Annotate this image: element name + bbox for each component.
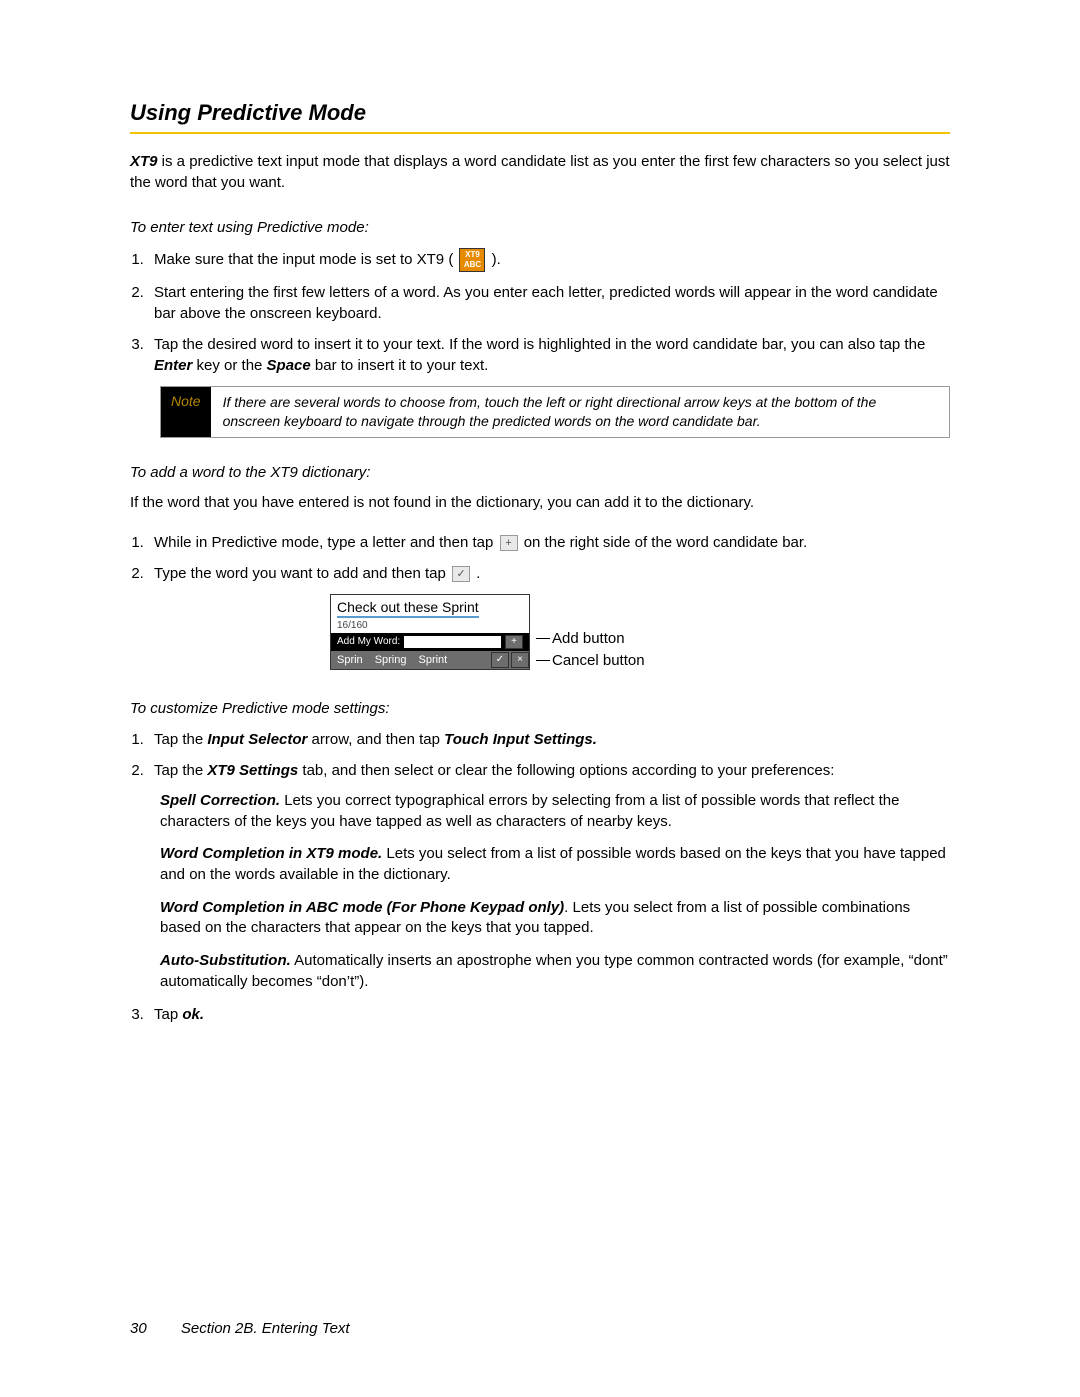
note-box: Note If there are several words to choos… <box>160 386 950 438</box>
step-3: Tap the desired word to insert it to you… <box>148 334 950 376</box>
screenshot-mock: Check out these Sprint 16/160 Add My Wor… <box>330 594 950 674</box>
mock-cand-check: ✓ <box>491 652 509 668</box>
step-3-mid: key or the <box>192 357 266 374</box>
cust-step-1: Tap the Input Selector arrow, and then t… <box>148 729 950 750</box>
page-number: 30 <box>130 1320 147 1337</box>
mock-add-label: Add My Word: <box>337 636 400 647</box>
section-label: Section 2B. Entering Text <box>181 1320 350 1337</box>
xt9-icon-bottom: ABC <box>460 261 484 269</box>
mock-add-plus: + <box>505 635 523 649</box>
add-step-2a: Type the word you want to add and then t… <box>154 565 450 582</box>
subheading-enter-text: To enter text using Predictive mode: <box>130 219 950 236</box>
mock-callouts: Add button Cancel button <box>536 594 696 674</box>
cust-3b: ok. <box>182 1006 204 1023</box>
steps-enter-text: Make sure that the input mode is set to … <box>148 248 950 376</box>
mock-typed-text: Check out these Sprint <box>337 599 479 618</box>
step-1-text-b: ). <box>492 251 501 268</box>
mock-cand-x: × <box>511 652 529 668</box>
option-word-completion-xt9: Word Completion in XT9 mode. Lets you se… <box>160 844 950 885</box>
cust-2c: tab, and then select or clear the follow… <box>298 762 834 779</box>
check-icon: ✓ <box>452 566 470 582</box>
mock-textarea: Check out these Sprint <box>331 595 529 620</box>
cust-1c: arrow, and then tap <box>307 731 444 748</box>
option-auto-substitution: Auto-Substitution. Automatically inserts… <box>160 951 950 992</box>
steps-customize-cont: Tap ok. <box>148 1004 950 1025</box>
callout-add: Add button <box>552 630 625 647</box>
mock-char-count: 16/160 <box>331 620 529 633</box>
intro-rest: is a predictive text input mode that dis… <box>130 153 950 191</box>
opt4-head: Auto-Substitution. <box>160 952 291 969</box>
mock-add-field <box>404 636 501 648</box>
subheading-add-word: To add a word to the XT9 dictionary: <box>130 464 950 481</box>
intro-lead: XT9 <box>130 153 158 170</box>
mock-candidate-row: Sprin Spring Sprint ✓ × <box>331 651 529 669</box>
add-step-2: Type the word you want to add and then t… <box>148 563 950 584</box>
step-3-space: Space <box>267 357 311 374</box>
note-label: Note <box>161 387 211 437</box>
step-3-b: bar to insert it to your text. <box>311 357 489 374</box>
note-text: If there are several words to choose fro… <box>211 387 949 437</box>
xt9-icon-top: XT9 <box>460 251 484 259</box>
cust-2b: XT9 Settings <box>207 762 298 779</box>
add-step-2b: . <box>476 565 480 582</box>
steps-add-word: While in Predictive mode, type a letter … <box>148 532 950 584</box>
mock-cand-3: Sprint <box>412 654 453 666</box>
option-spell-correction: Spell Correction. Lets you correct typog… <box>160 791 950 832</box>
add-step-1b: on the right side of the word candidate … <box>524 534 808 551</box>
add-step-1a: While in Predictive mode, type a letter … <box>154 534 498 551</box>
cust-1b: Input Selector <box>207 731 307 748</box>
option-word-completion-abc: Word Completion in ABC mode (For Phone K… <box>160 898 950 939</box>
cust-step-2: Tap the XT9 Settings tab, and then selec… <box>148 760 950 781</box>
document-page: Using Predictive Mode XT9 is a predictiv… <box>0 0 1080 1095</box>
add-word-intro: If the word that you have entered is not… <box>130 493 950 514</box>
step-1: Make sure that the input mode is set to … <box>148 248 950 272</box>
mock-cand-2: Spring <box>369 654 413 666</box>
page-footer: 30 Section 2B. Entering Text <box>130 1320 350 1337</box>
opt2-head: Word Completion in XT9 mode. <box>160 845 382 862</box>
plus-icon: + <box>500 535 518 551</box>
cust-3a: Tap <box>154 1006 182 1023</box>
xt9-icon: XT9 ABC <box>459 248 485 272</box>
mock-add-row: Add My Word: + <box>331 633 529 651</box>
mock-device: Check out these Sprint 16/160 Add My Wor… <box>330 594 530 670</box>
cust-2a: Tap the <box>154 762 207 779</box>
cust-1a: Tap the <box>154 731 207 748</box>
step-3-enter: Enter <box>154 357 192 374</box>
callout-cancel: Cancel button <box>552 652 645 669</box>
step-1-text-a: Make sure that the input mode is set to … <box>154 251 457 268</box>
step-2: Start entering the first few letters of … <box>148 282 950 324</box>
opt3-head: Word Completion in ABC mode (For Phone K… <box>160 899 564 916</box>
subheading-customize: To customize Predictive mode settings: <box>130 700 950 717</box>
page-title: Using Predictive Mode <box>130 100 950 134</box>
intro-paragraph: XT9 is a predictive text input mode that… <box>130 152 950 193</box>
opt1-head: Spell Correction. <box>160 792 280 809</box>
add-step-1: While in Predictive mode, type a letter … <box>148 532 950 553</box>
mock-cand-1: Sprin <box>331 654 369 666</box>
cust-1d: Touch Input Settings. <box>444 731 597 748</box>
step-3-a: Tap the desired word to insert it to you… <box>154 336 925 353</box>
cust-step-3: Tap ok. <box>148 1004 950 1025</box>
steps-customize: Tap the Input Selector arrow, and then t… <box>148 729 950 781</box>
